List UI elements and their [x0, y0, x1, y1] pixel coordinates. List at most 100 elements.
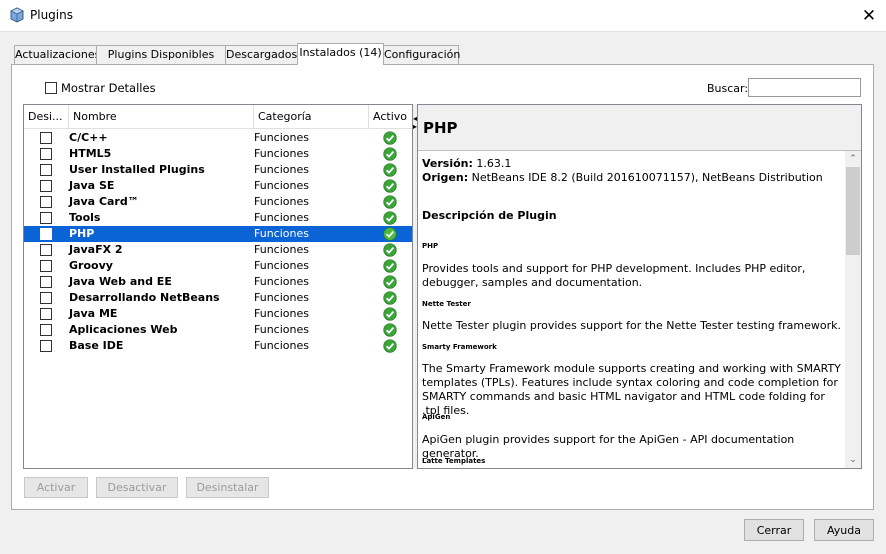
show-details-checkbox[interactable]: [45, 82, 57, 94]
plugin-row[interactable]: User Installed Plugins Funciones: [24, 162, 412, 178]
plugin-row[interactable]: Java ME Funciones: [24, 306, 412, 322]
plugin-category: Funciones: [254, 163, 309, 176]
active-check-icon: [383, 227, 397, 241]
origin-value: NetBeans IDE 8.2 (Build 201610071157), N…: [471, 171, 823, 184]
uninstall-checkbox[interactable]: [40, 340, 52, 352]
column-header-name[interactable]: Nombre: [69, 105, 254, 129]
tab-updates[interactable]: Actualizaciones: [14, 45, 100, 64]
plugin-row[interactable]: C/C++ Funciones: [24, 130, 412, 146]
plugin-category: Funciones: [254, 147, 309, 160]
close-window-icon[interactable]: ✕: [852, 2, 886, 30]
plugin-row[interactable]: Java SE Funciones: [24, 178, 412, 194]
tab-installed[interactable]: Instalados (14): [297, 43, 384, 65]
search-input[interactable]: [748, 78, 861, 97]
plugin-table: Desi... Nombre Categoría Activo C/C++ Fun…: [23, 104, 413, 469]
uninstall-checkbox[interactable]: [40, 132, 52, 144]
plugin-category: Funciones: [254, 275, 309, 288]
close-button[interactable]: Cerrar: [744, 519, 804, 541]
active-check-icon: [383, 323, 397, 337]
section-heading: Nette Tester: [422, 300, 471, 308]
plugin-name: HTML5: [69, 147, 112, 160]
origin-line: Origen: NetBeans IDE 8.2 (Build 20161007…: [422, 171, 842, 185]
plugin-title: PHP: [423, 119, 458, 137]
plugin-row[interactable]: Groovy Funciones: [24, 258, 412, 274]
uninstall-checkbox[interactable]: [40, 180, 52, 192]
uninstall-checkbox[interactable]: [40, 276, 52, 288]
scroll-down-icon[interactable]: ⌄: [845, 452, 861, 468]
plugin-category: Funciones: [254, 195, 309, 208]
plugin-category: Funciones: [254, 291, 309, 304]
plugin-name: JavaFX 2: [69, 243, 123, 256]
window-title: Plugins: [30, 8, 73, 22]
uninstall-checkbox[interactable]: [40, 324, 52, 336]
plugin-row[interactable]: Desarrollando NetBeans Funciones: [24, 290, 412, 306]
plugin-category: Funciones: [254, 211, 309, 224]
plugin-row[interactable]: JavaFX 2 Funciones: [24, 242, 412, 258]
active-check-icon: [383, 147, 397, 161]
plugin-name: Java Card™: [69, 195, 139, 208]
scrollbar-thumb[interactable]: [846, 167, 860, 255]
plugin-category: Funciones: [254, 243, 309, 256]
plugin-row[interactable]: HTML5 Funciones: [24, 146, 412, 162]
activate-button[interactable]: Activar: [24, 477, 88, 498]
uninstall-checkbox[interactable]: [40, 164, 52, 176]
origin-label: Origen:: [422, 171, 469, 184]
uninstall-checkbox[interactable]: [40, 292, 52, 304]
column-header-active[interactable]: Activo: [369, 105, 412, 129]
section-text: Nette Tester plugin provides support for…: [422, 319, 841, 332]
version-value: 1.63.1: [476, 157, 512, 170]
uninstall-checkbox[interactable]: [40, 196, 52, 208]
plugin-name: Groovy: [69, 259, 113, 272]
tab-downloaded[interactable]: Descargados: [225, 45, 298, 64]
uninstall-checkbox[interactable]: [40, 228, 52, 240]
section-heading: ApiGen: [422, 413, 451, 421]
plugin-name: Java SE: [69, 179, 115, 192]
uninstall-checkbox[interactable]: [40, 260, 52, 272]
active-check-icon: [383, 211, 397, 225]
plugin-name: Desarrollando NetBeans: [69, 291, 220, 304]
plugin-category: Funciones: [254, 179, 309, 192]
section-heading: PHP: [422, 242, 439, 250]
plugin-name: Java Web and EE: [69, 275, 172, 288]
uninstall-checkbox[interactable]: [40, 244, 52, 256]
version-label: Versión:: [422, 157, 473, 170]
active-check-icon: [383, 179, 397, 193]
plugin-category: Funciones: [254, 131, 309, 144]
section-heading: Smarty Framework: [422, 343, 497, 351]
scroll-up-icon[interactable]: ⌃: [845, 151, 861, 167]
description-heading: Descripción de Plugin: [422, 209, 557, 222]
tab-settings[interactable]: Configuración: [383, 45, 460, 64]
help-button[interactable]: Ayuda: [814, 519, 874, 541]
plugin-name: User Installed Plugins: [69, 163, 205, 176]
plugin-name: Java ME: [69, 307, 118, 320]
plugin-category: Funciones: [254, 323, 309, 336]
details-header: PHP: [418, 105, 861, 151]
column-header-category[interactable]: Categoría: [254, 105, 369, 129]
plugin-row[interactable]: Java Web and EE Funciones: [24, 274, 412, 290]
deactivate-button[interactable]: Desactivar: [96, 477, 178, 498]
tab-available-plugins[interactable]: Plugins Disponibles (177): [96, 45, 226, 79]
uninstall-checkbox[interactable]: [40, 308, 52, 320]
active-check-icon: [383, 195, 397, 209]
active-check-icon: [383, 307, 397, 321]
plugin-row[interactable]: Aplicaciones Web Funciones: [24, 322, 412, 338]
uninstall-button[interactable]: Desinstalar: [186, 477, 269, 498]
plugin-name: PHP: [69, 227, 95, 240]
section-text: Provides tools and support for PHP devel…: [422, 262, 806, 289]
plugin-row[interactable]: Base IDE Funciones: [24, 338, 412, 354]
column-header-uninstall[interactable]: Desi...: [24, 105, 69, 129]
plugin-row[interactable]: PHP Funciones: [24, 226, 412, 242]
plugin-category: Funciones: [254, 339, 309, 352]
plugin-category: Funciones: [254, 227, 309, 240]
plugin-name: Base IDE: [69, 339, 124, 352]
title-bar: [0, 0, 886, 31]
uninstall-checkbox[interactable]: [40, 148, 52, 160]
active-check-icon: [383, 275, 397, 289]
plugin-category: Funciones: [254, 307, 309, 320]
uninstall-checkbox[interactable]: [40, 212, 52, 224]
plugin-name: Tools: [69, 211, 101, 224]
active-check-icon: [383, 259, 397, 273]
plugin-row[interactable]: Tools Funciones: [24, 210, 412, 226]
active-check-icon: [383, 163, 397, 177]
plugin-row[interactable]: Java Card™ Funciones: [24, 194, 412, 210]
